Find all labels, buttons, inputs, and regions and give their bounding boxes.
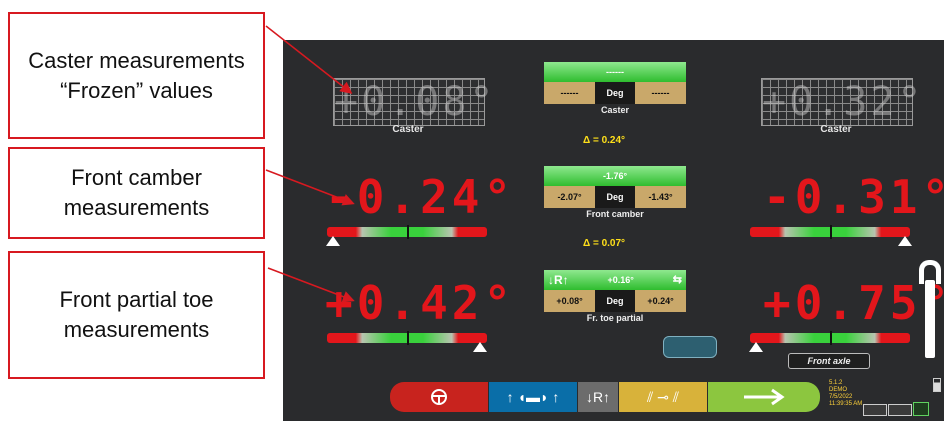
toe-panel-label: Fr. toe partial [586,313,644,323]
next-arrow-icon [744,388,785,406]
camber-delta: Δ = 0.07° [583,238,626,249]
car-arrows-icon: ↑ ◖▬◗ ↑ [506,389,560,405]
camber-right-marker [898,236,912,246]
battery-icon [933,378,941,392]
callout-caster: Caster measurements “Frozen” values [8,12,265,139]
caster-panel: ------ ------ Deg ------ Caster [544,62,686,116]
toe-panel-icon: ↓R↑ [548,273,569,287]
caster-right-label: Caster [820,124,852,135]
alignment-screen: +0.08° Caster +0.32° Caster ------ -----… [283,40,944,421]
toe-right-value: +0.75° [763,276,944,330]
camber-right-value: -0.31° [763,170,944,224]
version-date: 7/5/2022 [829,394,853,400]
camber-left-value: -0.24° [325,170,516,224]
version-time: 11:39:35 AM [829,401,863,407]
tools-icon: ⫽ ⊸ ⫽ [647,388,679,405]
callout-camber: Front camber measurements [8,147,265,239]
version-mode: DEMO [829,387,847,393]
camber-left-gauge [327,225,487,239]
toe-panel-left: +0.08° [544,290,595,312]
camber-panel: -1.76° -2.07° Deg -1.43° Front camber [544,166,686,220]
steering-wheel-icon [431,389,447,405]
vehicle-button[interactable]: ↑ ◖▬◗ ↑ [489,382,577,412]
caster-right-frozen-value: +0.32° [761,78,925,126]
toe-panel: ↓R↑ +0.16° ⇆ +0.08° Deg +0.24° Fr. toe p… [544,270,686,324]
camber-panel-right: -1.43° [635,186,686,208]
callout-toe-text: Front partial toe measurements [59,287,214,342]
wrench-icon-large[interactable] [919,260,941,360]
next-button[interactable] [708,382,820,412]
keyboard-icon[interactable] [863,404,887,416]
version-number: 5.1.2 [829,380,843,386]
toe-panel-right: +0.24° [635,290,686,312]
runout-icon: ↓R↑ [585,389,611,405]
adjust-button[interactable]: ⫽ ⊸ ⫽ [619,382,707,412]
callout-toe: Front partial toe measurements [8,251,265,379]
camber-panel-unit: Deg [595,186,635,208]
toe-left-gauge [327,331,487,345]
version-info: 5.1.2 DEMO 7/5/2022 11:39:35 AM [829,380,862,408]
caster-panel-right: ------ [635,82,686,104]
steering-button[interactable] [390,382,488,412]
callout-caster-text: Caster measurements “Frozen” values [28,47,245,103]
caster-left-frozen-value: +0.08° [333,78,497,126]
car-top-icon [663,336,717,358]
caster-panel-label: Caster [600,105,629,115]
toe-panel-unit: Deg [595,290,635,312]
camber-panel-label: Front camber [586,209,644,219]
caster-panel-top: ------ [544,62,686,82]
camber-right-gauge [750,225,910,239]
toe-left-value: +0.42° [325,276,516,330]
caster-left-label: Caster [392,124,424,135]
keyboard-alt-icon[interactable] [888,404,912,416]
toe-panel-top: ↓R↑ +0.16° ⇆ [544,270,686,290]
toe-panel-top-value: +0.16° [607,275,634,285]
callout-camber-text: Front camber measurements [63,165,210,220]
camber-panel-left: -2.07° [544,186,595,208]
wrench-icon: ⇆ [672,274,682,286]
camber-panel-top: -1.76° [544,166,686,186]
monitor-icon[interactable] [913,402,929,416]
runout-button[interactable]: ↓R↑ [578,382,618,412]
caster-delta: Δ = 0.24° [583,135,626,146]
front-axle-label: Front axle [788,353,870,369]
toe-right-gauge [750,331,910,345]
toe-right-marker [749,342,763,352]
toe-left-marker [473,342,487,352]
caster-panel-unit: Deg [595,82,635,104]
camber-left-marker [326,236,340,246]
caster-panel-left: ------ [544,82,595,104]
